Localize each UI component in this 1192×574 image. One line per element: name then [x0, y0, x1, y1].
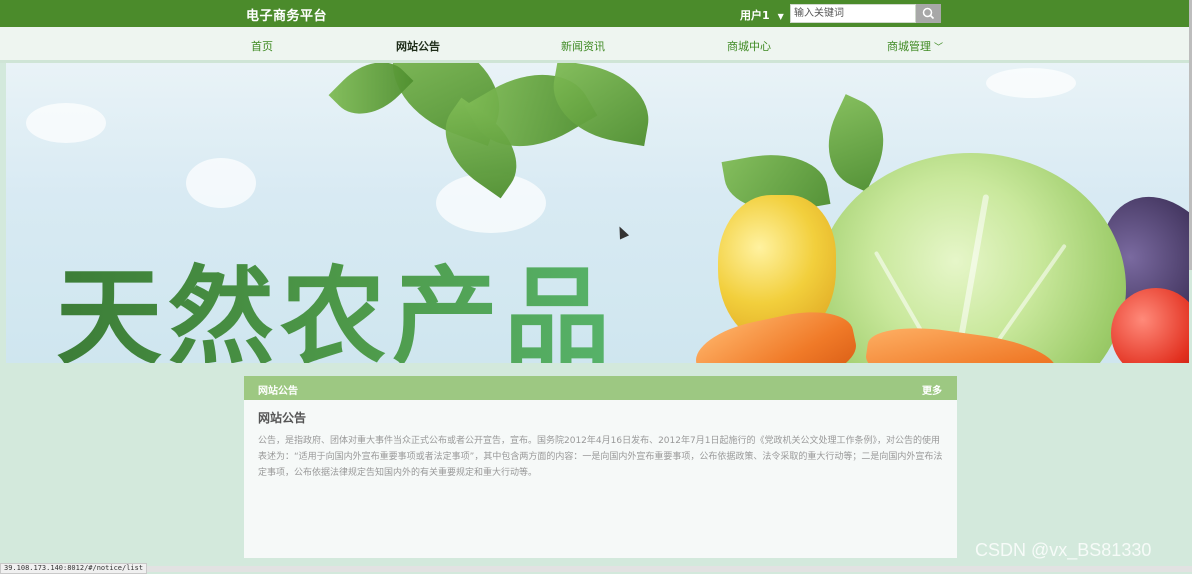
user-label: 用户1: [740, 9, 770, 22]
panel-header-title: 网站公告: [258, 386, 298, 397]
caret-down-icon: ▼: [777, 12, 784, 21]
watermark: CSDN @vx_BS81330: [975, 540, 1152, 560]
cloud-shape: [26, 103, 106, 143]
cabbage-vein: [989, 243, 1067, 353]
cloud-shape: [186, 158, 256, 208]
nav-item-home[interactable]: 首页: [251, 38, 273, 54]
nav-item-mall-admin-label: 商城管理: [887, 40, 931, 53]
notice-body: 公告，是指政府、团体对重大事件当众正式公布或者公开宣告，宣布。国务院2012年4…: [258, 436, 943, 478]
nav-item-mall-admin[interactable]: 商城管理 ﹀: [887, 38, 943, 54]
more-link[interactable]: 更多: [922, 382, 942, 397]
nav-item-mall-center[interactable]: 商城中心: [727, 38, 771, 54]
mouse-cursor-icon: [614, 224, 630, 240]
status-url: 39.108.173.140:8012/#/notice/list: [0, 563, 148, 574]
nav-item-notice[interactable]: 网站公告: [396, 38, 440, 54]
hero-banner: 天然农产品: [6, 63, 1189, 363]
panel-header: 网站公告 更多: [244, 376, 957, 400]
cloud-shape: [986, 68, 1076, 98]
main-nav: 首页 网站公告 新闻资讯 商城中心 商城管理 ﹀: [0, 27, 1192, 63]
chevron-down-icon: ﹀: [934, 43, 944, 53]
nav-item-news[interactable]: 新闻资讯: [561, 38, 605, 54]
search-icon: [922, 7, 935, 20]
banner-title: 天然农产品: [56, 231, 616, 363]
user-menu[interactable]: 用户1 ▼: [740, 7, 784, 23]
search-button[interactable]: [916, 4, 941, 23]
leaf-shape: [328, 63, 414, 131]
horizontal-scrollbar[interactable]: [0, 566, 1192, 572]
notice-panel: 网站公告 更多 网站公告 公告，是指政府、团体对重大事件当众正式公布或者公开宣告…: [244, 376, 957, 558]
notice-title[interactable]: 网站公告: [258, 409, 306, 426]
search-input[interactable]: [790, 4, 916, 23]
top-bar: 电子商务平台 用户1 ▼: [0, 0, 1192, 27]
brand-title: 电子商务平台: [246, 9, 328, 24]
